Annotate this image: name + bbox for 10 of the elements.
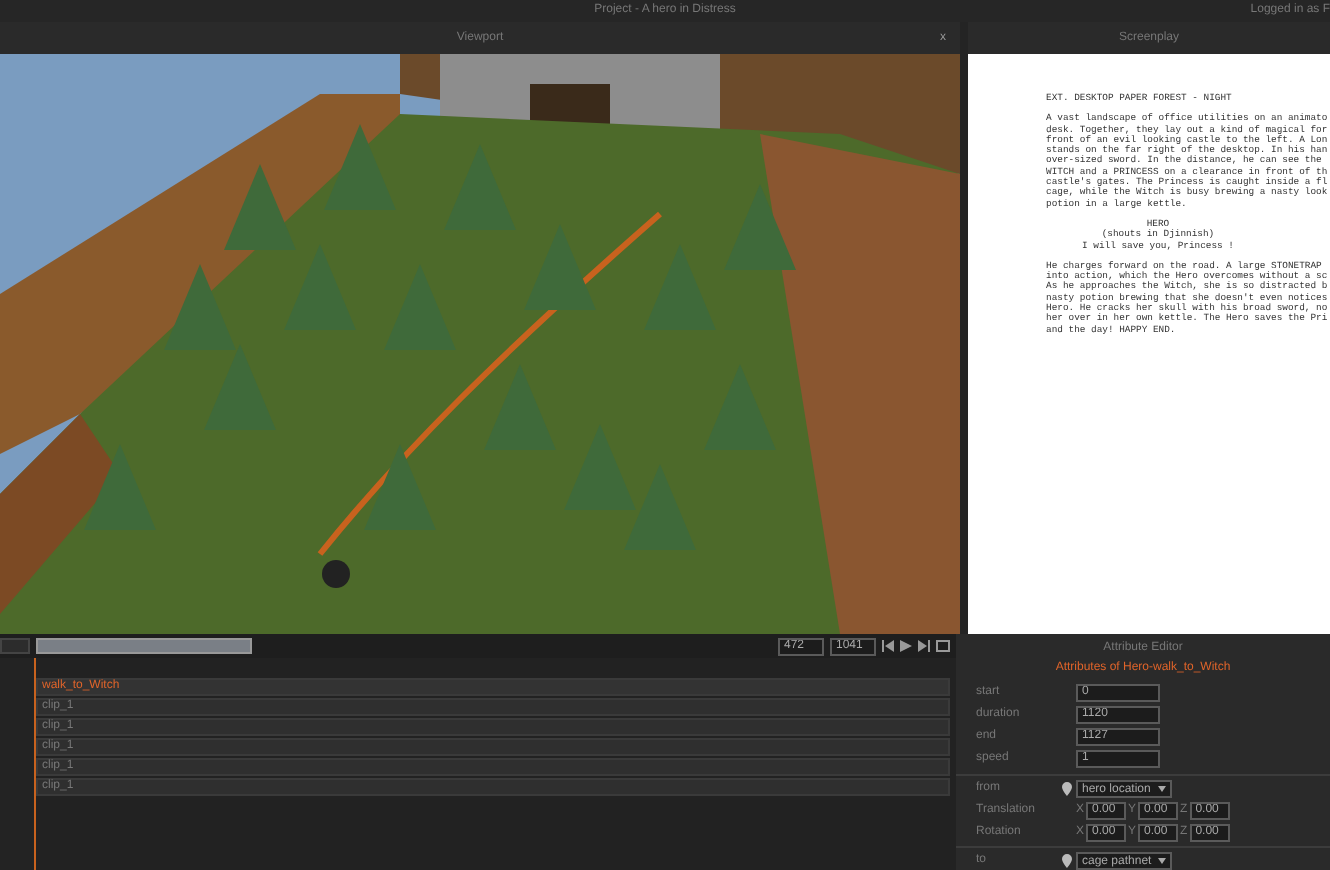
loop-icon[interactable] xyxy=(936,640,950,652)
scrollbar[interactable] xyxy=(36,638,252,654)
play-icon[interactable] xyxy=(900,640,912,652)
pin-icon xyxy=(1062,782,1072,796)
frame-field[interactable] xyxy=(0,638,30,654)
pin-icon xyxy=(1062,854,1072,868)
skip-start-icon[interactable] xyxy=(882,640,894,652)
caret-icon xyxy=(1158,858,1166,864)
skip-end-icon[interactable] xyxy=(918,640,930,652)
caret-icon xyxy=(1158,786,1166,792)
